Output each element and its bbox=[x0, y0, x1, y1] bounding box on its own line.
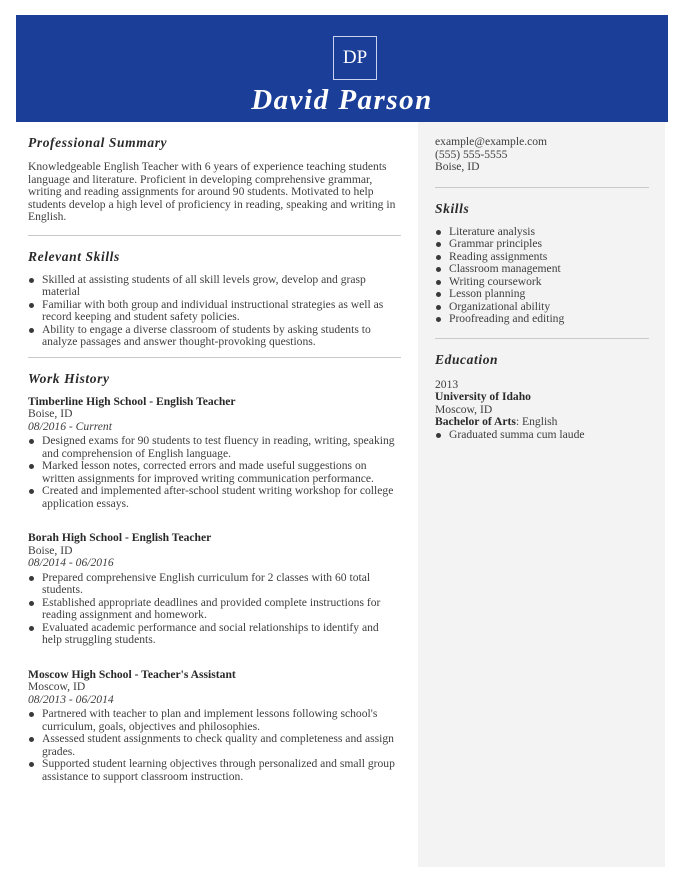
education-school: University of Idaho bbox=[435, 390, 531, 403]
bullet-icon bbox=[29, 600, 34, 606]
list-item: Marked lesson notes, corrected errors an… bbox=[28, 459, 401, 485]
bullet-icon bbox=[29, 277, 34, 283]
bullet-icon bbox=[29, 327, 34, 333]
skills-list: Literature analysis Grammar principles R… bbox=[435, 225, 648, 326]
list-item: Skilled at assisting students of all ski… bbox=[28, 273, 401, 299]
bullet-icon bbox=[29, 737, 34, 742]
relevant-skills-list: Skilled at assisting students of all ski… bbox=[28, 273, 401, 349]
section-title: Education bbox=[435, 351, 499, 367]
bullet-icon bbox=[436, 292, 441, 297]
job-entry: Moscow High School - Teacher's Assistant… bbox=[28, 668, 401, 784]
list-item: Proofreading and editing bbox=[435, 312, 648, 326]
job-bullets: Prepared comprehensive English curriculu… bbox=[28, 571, 401, 647]
list-item: Partnered with teacher to plan and imple… bbox=[28, 707, 401, 733]
section-title: Relevant Skills bbox=[28, 248, 120, 264]
job-dates: 08/2013 - 06/2014 bbox=[28, 692, 114, 706]
contact-email[interactable]: example@example.com bbox=[435, 135, 648, 149]
list-item: Evaluated academic performance and socia… bbox=[28, 621, 401, 647]
job-title: Timberline High School - English Teacher bbox=[28, 394, 236, 408]
job-location: Moscow, ID bbox=[28, 680, 86, 693]
candidate-name: David Parson bbox=[251, 84, 433, 116]
contact-section: example@example.com (555) 555-5555 Boise… bbox=[435, 135, 648, 174]
job-entry: Borah High School - English Teacher Bois… bbox=[28, 531, 401, 647]
list-item: Graduated summa cum laude bbox=[435, 428, 648, 442]
resume-header: DP David Parson bbox=[16, 15, 668, 122]
job-entry: Timberline High School - English Teacher… bbox=[28, 394, 401, 511]
monogram-badge: DP bbox=[333, 36, 377, 80]
bullet-icon bbox=[29, 712, 34, 717]
relevant-skills-section: Relevant Skills Skilled at assisting stu… bbox=[28, 236, 401, 349]
bullet-icon bbox=[436, 317, 441, 322]
main-column: Professional Summary Knowledgeable Engli… bbox=[28, 122, 401, 783]
job-dates: 08/2014 - 06/2016 bbox=[28, 556, 114, 569]
bullet-icon bbox=[29, 575, 34, 581]
bullet-icon bbox=[436, 279, 441, 285]
summary-text: Knowledgeable English Teacher with 6 yea… bbox=[28, 160, 396, 223]
list-item: Supported student learning objectives th… bbox=[28, 757, 401, 783]
list-item: Prepared comprehensive English curriculu… bbox=[28, 571, 401, 597]
bullet-icon bbox=[29, 489, 34, 494]
job-bullets: Designed exams for 90 students to test f… bbox=[28, 434, 401, 510]
sidebar: example@example.com (555) 555-5555 Boise… bbox=[418, 122, 665, 867]
job-location: Boise, ID bbox=[28, 407, 73, 420]
bullet-icon bbox=[436, 229, 441, 235]
skills-section: Skills Literature analysis Grammar princ… bbox=[435, 188, 648, 326]
list-item: Familiar with both group and individual … bbox=[28, 298, 401, 324]
bullet-icon bbox=[29, 464, 34, 469]
work-history-section: Work History Timberline High School - En… bbox=[28, 358, 401, 784]
bullet-icon bbox=[436, 432, 441, 438]
education-bullets: Graduated summa cum laude bbox=[435, 428, 648, 442]
bullet-icon bbox=[29, 625, 34, 631]
bullet-icon bbox=[29, 762, 34, 767]
list-item: Designed exams for 90 students to test f… bbox=[28, 434, 401, 460]
list-item: Ability to engage a diverse classroom of… bbox=[28, 323, 401, 349]
section-title: Skills bbox=[435, 200, 470, 216]
bullet-icon bbox=[436, 254, 441, 260]
bullet-icon bbox=[29, 302, 34, 308]
job-dates: 08/2016 - Current bbox=[28, 419, 112, 433]
bullet-icon bbox=[436, 267, 441, 272]
list-item: Established appropriate deadlines and pr… bbox=[28, 596, 401, 622]
contact-location: Boise, ID bbox=[435, 160, 480, 173]
list-item: Assessed student assignments to check qu… bbox=[28, 732, 401, 758]
bullet-icon bbox=[29, 439, 34, 444]
job-bullets: Partnered with teacher to plan and imple… bbox=[28, 707, 401, 783]
list-item: Created and implemented after-school stu… bbox=[28, 484, 401, 510]
bullet-icon bbox=[436, 304, 441, 310]
section-title: Professional Summary bbox=[28, 135, 168, 150]
summary-section: Professional Summary Knowledgeable Engli… bbox=[28, 122, 401, 224]
education-section: Education 2013 University of Idaho Mosco… bbox=[435, 339, 648, 442]
bullet-icon bbox=[436, 242, 441, 247]
job-title: Borah High School - English Teacher bbox=[28, 531, 212, 544]
section-title: Work History bbox=[28, 370, 110, 386]
